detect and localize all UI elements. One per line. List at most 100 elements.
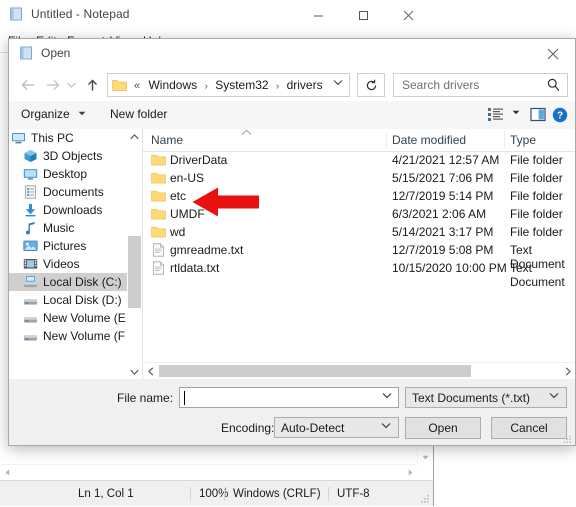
file-name-cell[interactable]: gmreadme.txt: [170, 243, 243, 257]
back-button[interactable]: [17, 74, 39, 96]
refresh-button[interactable]: [357, 73, 385, 97]
folder-icon: [151, 171, 166, 185]
3d-objects-icon: [23, 149, 38, 163]
dialog-toolbar: Organize New folder ?: [9, 101, 575, 130]
table-row[interactable]: en-US 5/15/2021 7:06 PM File folder: [143, 169, 575, 187]
table-row[interactable]: gmreadme.txt 12/7/2019 5:08 PM Text Docume…: [143, 241, 575, 271]
preview-pane-icon[interactable]: [530, 107, 546, 125]
notepad-maximize-button[interactable]: [341, 0, 386, 30]
table-row[interactable]: UMDF 6/3/2021 2:06 AM File folder: [143, 205, 575, 223]
open-button[interactable]: Open: [405, 417, 481, 439]
sidebar-item-this-pc[interactable]: This PC: [9, 129, 142, 147]
documents-icon: [23, 185, 38, 199]
chevron-down-icon[interactable]: [333, 78, 343, 88]
text-file-icon: [151, 261, 165, 275]
sidebar-item-downloads[interactable]: Downloads: [9, 201, 142, 219]
date-modified-cell: 12/7/2019 5:14 PM: [392, 189, 494, 203]
file-name-cell[interactable]: etc: [170, 189, 186, 203]
chevron-down-icon[interactable]: [549, 391, 559, 401]
dialog-content: This PC 3D Objects Desktop Documents Downloa…: [9, 129, 575, 379]
column-header-type[interactable]: Type: [510, 133, 536, 147]
column-header-date-modified[interactable]: Date modified: [392, 133, 466, 147]
column-header-name[interactable]: Name: [151, 133, 183, 147]
sidebar-item-label: Downloads: [43, 203, 103, 217]
chevron-down-icon[interactable]: [78, 111, 86, 118]
notepad-title: Untitled - Notepad: [31, 7, 130, 21]
table-row[interactable]: rtldata.txt 10/15/2020 10:00 PM Text Docum…: [143, 259, 575, 289]
horizontal-scroll-thumb[interactable]: [159, 365, 471, 377]
new-folder-button[interactable]: New folder: [110, 107, 167, 121]
file-rows: DriverData 4/21/2021 12:57 AM File folder e…: [143, 151, 575, 362]
breadcrumb-drivers[interactable]: drivers: [287, 78, 323, 92]
dialog-close-button[interactable]: [530, 39, 575, 69]
scroll-up-icon[interactable]: [127, 129, 142, 144]
date-modified-cell: 10/15/2020 10:00 PM: [392, 261, 507, 275]
resize-grip-icon[interactable]: [563, 433, 572, 443]
status-cursor-position: Ln 1, Col 1: [78, 488, 134, 500]
folder-icon: [151, 225, 166, 239]
view-options-icon[interactable]: [488, 107, 504, 125]
sidebar-item-local-disk-d[interactable]: Local Disk (D:): [9, 291, 142, 309]
scroll-right-icon[interactable]: [560, 363, 575, 379]
chevron-down-icon[interactable]: [381, 421, 391, 431]
up-button[interactable]: [81, 74, 103, 96]
sidebar-item-pictures[interactable]: Pictures: [9, 237, 142, 255]
help-icon[interactable]: ?: [552, 107, 568, 126]
sidebar-item-local-disk-c[interactable]: Local Disk (C:): [9, 273, 142, 291]
sidebar-item-music[interactable]: Music: [9, 219, 142, 237]
sidebar-scrollbar[interactable]: [127, 129, 142, 379]
drive-icon: [23, 329, 38, 343]
sidebar-item-new-volume-e[interactable]: New Volume (E: [9, 309, 142, 327]
sidebar-item-new-volume-f[interactable]: New Volume (F: [9, 327, 142, 345]
breadcrumb-separator[interactable]: ›: [276, 81, 279, 92]
forward-button[interactable]: [41, 74, 63, 96]
table-row[interactable]: wd 5/14/2021 3:17 PM File folder: [143, 223, 575, 241]
scroll-right-icon[interactable]: [403, 465, 418, 480]
search-box[interactable]: Search drivers: [393, 73, 568, 97]
breadcrumb-windows[interactable]: Windows: [148, 78, 197, 92]
resize-grip-icon[interactable]: [420, 493, 430, 503]
sidebar-item-videos[interactable]: Videos: [9, 255, 142, 273]
encoding-select[interactable]: Auto-Detect: [274, 417, 399, 438]
notepad-minimize-button[interactable]: [296, 0, 341, 30]
file-type-filter-select[interactable]: Text Documents (*.txt): [405, 387, 567, 408]
this-pc-icon: [11, 131, 26, 145]
organize-button[interactable]: Organize: [21, 107, 70, 121]
date-modified-cell: 5/15/2021 7:06 PM: [392, 171, 494, 185]
scroll-down-icon[interactable]: [127, 364, 142, 379]
file-type-filter-value: Text Documents (*.txt): [412, 391, 531, 405]
notepad-close-button[interactable]: [386, 0, 431, 30]
sidebar-scroll-thumb[interactable]: [128, 236, 141, 308]
search-icon[interactable]: [547, 78, 560, 95]
file-list-horizontal-scrollbar[interactable]: [143, 362, 575, 379]
file-name-input[interactable]: [179, 387, 399, 408]
breadcrumb-separator[interactable]: ›: [205, 81, 208, 92]
sidebar-item-label: Music: [43, 221, 75, 235]
cancel-button[interactable]: Cancel: [491, 417, 567, 439]
sidebar-item-3d-objects[interactable]: 3D Objects: [9, 147, 142, 165]
file-name-cell[interactable]: rtldata.txt: [170, 261, 219, 275]
table-row[interactable]: etc 12/7/2019 5:14 PM File folder: [143, 187, 575, 205]
address-bar[interactable]: « Windows › System32 › drivers: [107, 73, 350, 97]
chevron-down-icon[interactable]: [382, 391, 392, 401]
scroll-left-icon[interactable]: [143, 363, 158, 379]
downloads-icon: [23, 203, 38, 217]
file-name-cell[interactable]: en-US: [170, 171, 204, 185]
search-input[interactable]: Search drivers: [402, 78, 479, 92]
file-name-cell[interactable]: UMDF: [170, 207, 205, 221]
scroll-down-icon[interactable]: [418, 450, 433, 465]
scroll-left-icon[interactable]: [0, 465, 15, 480]
chevron-down-icon[interactable]: [512, 110, 520, 117]
table-row[interactable]: DriverData 4/21/2021 12:57 AM File folder: [143, 151, 575, 169]
notepad-horizontal-scrollbar[interactable]: [0, 464, 418, 480]
sidebar-item-desktop[interactable]: Desktop: [9, 165, 142, 183]
file-name-cell[interactable]: wd: [170, 225, 185, 239]
recent-locations-button[interactable]: [64, 74, 78, 96]
sidebar-item-label: Local Disk (D:): [43, 293, 122, 307]
sidebar-item-documents[interactable]: Documents: [9, 183, 142, 201]
file-name-cell[interactable]: DriverData: [170, 153, 227, 167]
breadcrumb-chevrons[interactable]: «: [134, 80, 140, 92]
breadcrumb-system32[interactable]: System32: [215, 78, 268, 92]
navigation-sidebar[interactable]: This PC 3D Objects Desktop Documents Downloa…: [9, 129, 142, 379]
status-zoom-level[interactable]: 100%: [190, 487, 228, 501]
